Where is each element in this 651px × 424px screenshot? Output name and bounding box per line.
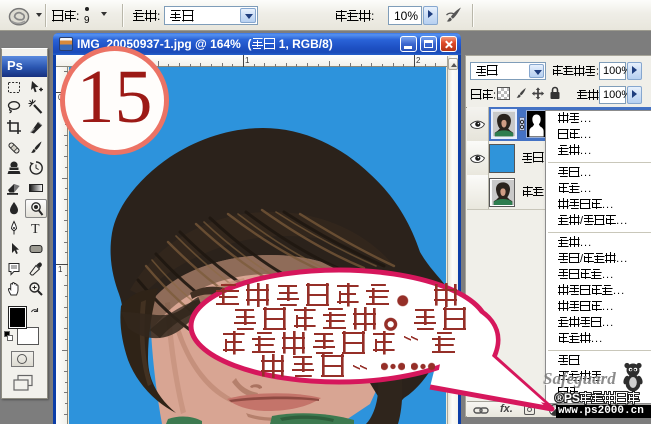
- svg-text:T: T: [31, 222, 40, 236]
